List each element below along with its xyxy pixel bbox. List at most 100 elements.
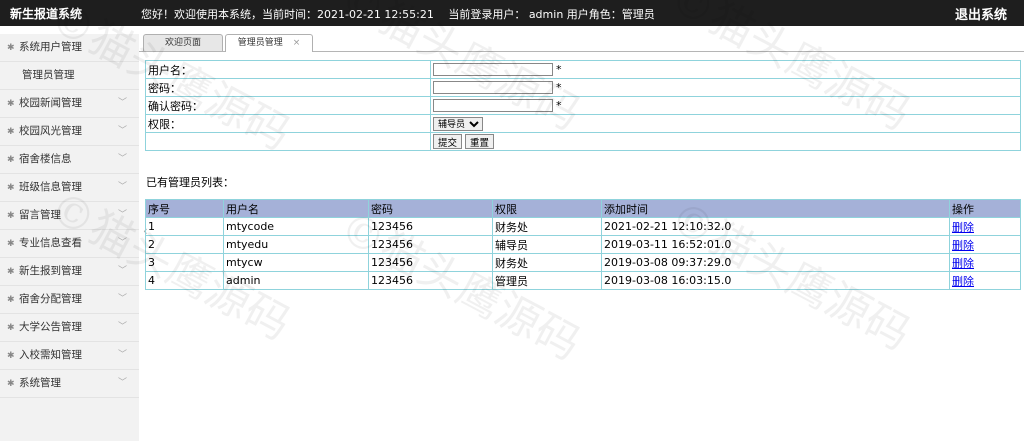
cell-added-time: 2019-03-11 16:52:01.0 [601, 235, 950, 254]
required-mark: * [556, 62, 562, 76]
chevron-down-icon: ﹀ [117, 294, 127, 304]
column-header-role: 权限 [492, 199, 602, 218]
admin-form: 用户名： * 密码： * 确认密码： * 权限： 辅导员 提交 重置 [145, 60, 1021, 151]
welcome-status: 您好！欢迎使用本系统，当前时间：2021-02-21 12:55:21 当前登录… [141, 8, 655, 21]
username-input[interactable] [433, 63, 553, 77]
sidebar-item-enrollment-notice[interactable]: ✱ 入校需知管理 ﹀ [0, 342, 139, 370]
sidebar-item-messages[interactable]: ✱ 留言管理 ﹀ [0, 202, 139, 230]
sidebar-subitem-admin-manage[interactable]: 管理员管理 [0, 62, 139, 90]
gear-icon: ✱ [7, 183, 15, 193]
cell-added-time: 2021-02-21 12:10:32.0 [601, 217, 950, 236]
sidebar-item-majors[interactable]: ✱ 专业信息查看 ﹀ [0, 230, 139, 258]
cell-username: mtycode [223, 217, 369, 236]
cell-username: admin [223, 271, 369, 290]
password-input[interactable] [433, 81, 553, 95]
chevron-down-icon: ﹀ [117, 210, 127, 220]
sidebar-item-dorm-buildings[interactable]: ✱ 宿舍楼信息 ﹀ [0, 146, 139, 174]
logout-button[interactable]: 退出系统 [955, 4, 1007, 23]
cell-action: 删除 [949, 253, 1021, 272]
cell-role: 财务处 [492, 217, 602, 236]
gear-icon: ✱ [7, 267, 15, 277]
chevron-down-icon: ﹀ [117, 350, 127, 360]
cell-username: mtyedu [223, 235, 369, 254]
column-header-password: 密码 [368, 199, 493, 218]
chevron-down-icon: ﹀ [117, 182, 127, 192]
sidebar-item-registration[interactable]: ✱ 新生报到管理 ﹀ [0, 258, 139, 286]
confirm-password-label: 确认密码： [145, 96, 431, 115]
sidebar-item-classes[interactable]: ✱ 班级信息管理 ﹀ [0, 174, 139, 202]
form-actions-spacer [145, 132, 431, 151]
cell-id: 2 [145, 235, 224, 254]
table-row: 2 mtyedu 123456 辅导员 2019-03-11 16:52:01.… [145, 235, 1021, 254]
delete-link[interactable]: 删除 [952, 257, 974, 270]
cell-id: 4 [145, 271, 224, 290]
cell-id: 1 [145, 217, 224, 236]
cell-password: 123456 [368, 253, 493, 272]
gear-icon: ✱ [7, 99, 15, 109]
sidebar-item-system-users[interactable]: ✱ 系统用户管理 [0, 34, 139, 62]
role-select[interactable]: 辅导员 [433, 116, 483, 131]
tab-strip: 欢迎页面 管理员管理 × [139, 32, 1024, 52]
gear-icon: ✱ [7, 295, 15, 305]
cell-password: 123456 [368, 271, 493, 290]
cell-id: 3 [145, 253, 224, 272]
gear-icon: ✱ [7, 211, 15, 221]
cell-username: mtycw [223, 253, 369, 272]
close-icon[interactable]: × [293, 38, 301, 48]
column-header-id: 序号 [145, 199, 224, 218]
chevron-down-icon: ﹀ [117, 322, 127, 332]
cell-password: 123456 [368, 235, 493, 254]
delete-link[interactable]: 删除 [952, 221, 974, 234]
admin-list-title: 已有管理员列表： [146, 176, 234, 189]
sidebar-item-scenery[interactable]: ✱ 校园风光管理 ﹀ [0, 118, 139, 146]
cell-role: 辅导员 [492, 235, 602, 254]
chevron-down-icon: ﹀ [117, 98, 127, 108]
table-row: 1 mtycode 123456 财务处 2021-02-21 12:10:32… [145, 217, 1021, 236]
gear-icon: ✱ [7, 155, 15, 165]
column-header-action: 操作 [949, 199, 1021, 218]
reset-button[interactable]: 重置 [465, 134, 495, 149]
gear-icon: ✱ [7, 43, 15, 53]
role-label: 权限： [145, 114, 431, 133]
password-label: 密码： [145, 78, 431, 97]
chevron-down-icon: ﹀ [117, 154, 127, 164]
column-header-username: 用户名 [223, 199, 369, 218]
cell-added-time: 2019-03-08 16:03:15.0 [601, 271, 950, 290]
username-label: 用户名： [145, 60, 431, 79]
sidebar-menu: ✱ 系统用户管理 管理员管理 ✱ 校园新闻管理 ﹀ ✱ 校园风光管理 ﹀ ✱ 宿舍楼信息 ﹀ … [0, 34, 139, 441]
cell-password: 123456 [368, 217, 493, 236]
top-bar: 新生报道系统 您好！欢迎使用本系统，当前时间：2021-02-21 12:55:… [0, 0, 1024, 26]
tab-welcome[interactable]: 欢迎页面 [143, 34, 223, 51]
column-header-added-time: 添加时间 [601, 199, 950, 218]
sidebar-item-dorm-allocation[interactable]: ✱ 宿舍分配管理 ﹀ [0, 286, 139, 314]
chevron-down-icon: ﹀ [117, 238, 127, 248]
required-mark: * [556, 80, 562, 94]
cell-action: 删除 [949, 235, 1021, 254]
sidebar-item-announcements[interactable]: ✱ 大学公告管理 ﹀ [0, 314, 139, 342]
chevron-down-icon: ﹀ [117, 378, 127, 388]
table-row: 3 mtycw 123456 财务处 2019-03-08 09:37:29.0… [145, 253, 1021, 272]
chevron-down-icon: ﹀ [117, 266, 127, 276]
confirm-password-input[interactable] [433, 99, 553, 113]
delete-link[interactable]: 删除 [952, 275, 974, 288]
cell-role: 管理员 [492, 271, 602, 290]
cell-role: 财务处 [492, 253, 602, 272]
gear-icon: ✱ [7, 351, 15, 361]
cell-action: 删除 [949, 217, 1021, 236]
table-header-row: 序号 用户名 密码 权限 添加时间 操作 [145, 199, 1021, 218]
table-row: 4 admin 123456 管理员 2019-03-08 16:03:15.0… [145, 271, 1021, 290]
gear-icon: ✱ [7, 239, 15, 249]
tab-admin-manage[interactable]: 管理员管理 × [225, 34, 313, 52]
gear-icon: ✱ [7, 127, 15, 137]
delete-link[interactable]: 删除 [952, 239, 974, 252]
system-title: 新生报道系统 [10, 7, 83, 21]
admin-list-table: 序号 用户名 密码 权限 添加时间 操作 1 mtycode 123456 财务… [145, 199, 1021, 290]
sidebar-item-news[interactable]: ✱ 校园新闻管理 ﹀ [0, 90, 139, 118]
sidebar-item-system[interactable]: ✱ 系统管理 ﹀ [0, 370, 139, 398]
gear-icon: ✱ [7, 379, 15, 389]
gear-icon: ✱ [7, 323, 15, 333]
cell-action: 删除 [949, 271, 1021, 290]
required-mark: * [556, 98, 562, 112]
submit-button[interactable]: 提交 [433, 134, 463, 149]
cell-added-time: 2019-03-08 09:37:29.0 [601, 253, 950, 272]
